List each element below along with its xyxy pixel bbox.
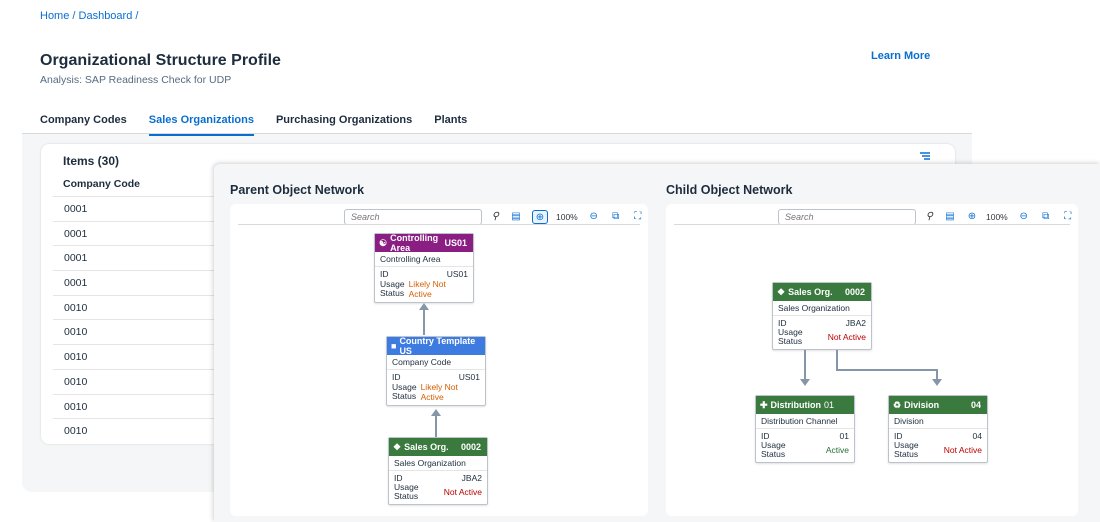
legend-icon[interactable]: ▤ — [944, 210, 956, 224]
node-status: Not Active — [827, 332, 866, 342]
sales-org-icon: ❖ — [393, 441, 402, 452]
fullscreen-icon[interactable]: ⛶ — [1062, 210, 1074, 224]
node-id: JBA2 — [845, 318, 866, 328]
node-header: ♻ Division 04 — [889, 396, 987, 414]
node-type: Sales Organization — [773, 301, 871, 316]
child-graph-toolbar: ⚲ ▤ ⊕ 100% ⊖ ⧉ ⛶ — [778, 209, 1074, 225]
page-header: Home / Dashboard / Organizational Struct… — [22, 0, 972, 136]
node-sales-org[interactable]: ❖ Sales Org. 0002 Sales Organization ID J… — [772, 282, 872, 350]
learn-more-link[interactable]: Learn More — [871, 50, 930, 62]
node-header: ☯ Controlling Area US01 — [375, 233, 473, 253]
child-search-input[interactable]: ⚲ — [778, 209, 933, 225]
distribution-icon: ✚ — [760, 399, 768, 410]
node-header: ■ Country Template US — [387, 336, 485, 356]
node-id: US01 — [458, 372, 480, 382]
tab-purchasing-organizations[interactable]: Purchasing Organizations — [276, 114, 412, 136]
fullscreen-icon[interactable]: ⛶ — [632, 210, 644, 224]
parent-network-graph: ⚲ ▤ ⊕ 100% ⊖ ⧉ ⛶ ☯ Controlling Area US01… — [230, 204, 648, 516]
page-title: Organizational Structure Profile — [40, 52, 281, 69]
edge-arrow — [800, 379, 810, 386]
tab-bar: Company Codes Sales Organizations Purcha… — [40, 114, 489, 136]
legend-icon[interactable]: ▤ — [510, 210, 522, 224]
parent-search-input[interactable]: ⚲ — [344, 209, 499, 225]
child-network-graph: ⚲ ▤ ⊕ 100% ⊖ ⧉ ⛶ ❖ Sales Org. 0002 Sales… — [666, 204, 1078, 516]
node-status: Not Active — [443, 487, 482, 497]
node-header: ✚ Distribution 01 — [756, 396, 854, 414]
zoom-out-icon[interactable]: ⊖ — [1018, 210, 1030, 224]
node-status: Likely Not Active — [420, 382, 458, 402]
sales-org-icon: ❖ — [777, 286, 786, 297]
zoom-in-icon[interactable]: ⊕ — [966, 210, 978, 224]
edge-line — [435, 416, 437, 437]
table-settings-icon[interactable] — [919, 150, 933, 164]
fit-to-screen-icon[interactable]: ⧉ — [610, 210, 622, 224]
zoom-level: 100% — [556, 212, 578, 222]
zoom-in-icon[interactable]: ⊕ — [532, 210, 548, 224]
search-icon[interactable]: ⚲ — [492, 211, 499, 222]
node-type: Division — [889, 414, 987, 429]
edge-line — [804, 350, 806, 380]
object-network-popover: Parent Object Network ⚲ ▤ ⊕ 100% ⊖ ⧉ ⛶ ☯… — [214, 164, 1100, 522]
node-status: Likely Not Active — [408, 279, 446, 299]
node-distribution-channel[interactable]: ✚ Distribution 01 Distribution Channel I… — [755, 395, 855, 463]
edge-arrow — [932, 379, 942, 386]
node-type: Controlling Area — [375, 252, 473, 267]
tab-sales-organizations[interactable]: Sales Organizations — [148, 114, 254, 136]
node-controlling-area[interactable]: ☯ Controlling Area US01 Controlling Area… — [374, 233, 474, 303]
items-title: Items (30) — [63, 154, 120, 168]
toolbar-divider — [238, 224, 640, 225]
node-id: 04 — [972, 431, 982, 441]
node-division[interactable]: ♻ Division 04 Division ID 04 Usage Status… — [888, 395, 988, 463]
node-id: US01 — [446, 269, 468, 279]
controlling-area-icon: ☯ — [379, 237, 388, 248]
node-sales-org[interactable]: ❖ Sales Org. 0002 Sales Organization ID J… — [388, 437, 488, 505]
company-code-icon: ■ — [391, 341, 397, 351]
page-subtitle: Analysis: SAP Readiness Check for UDP — [40, 74, 232, 86]
search-icon[interactable]: ⚲ — [926, 211, 933, 222]
tab-company-codes[interactable]: Company Codes — [40, 114, 127, 136]
node-id: 01 — [839, 431, 849, 441]
node-status: Not Active — [943, 445, 982, 455]
edge-arrow — [419, 303, 429, 310]
toolbar-divider — [674, 224, 1070, 225]
column-header-company-code[interactable]: Company Code — [63, 178, 140, 190]
zoom-out-icon[interactable]: ⊖ — [588, 210, 600, 224]
edge-line — [423, 310, 425, 335]
breadcrumb[interactable]: Home / Dashboard / — [40, 10, 138, 22]
parent-network-title: Parent Object Network — [230, 183, 365, 197]
node-status: Active — [825, 445, 849, 455]
zoom-level: 100% — [986, 212, 1008, 222]
edge-arrow — [431, 409, 441, 416]
edge-line — [936, 369, 938, 379]
node-type: Company Code — [387, 355, 485, 370]
node-type: Distribution Channel — [756, 414, 854, 429]
edge-line — [836, 369, 938, 371]
division-icon: ♻ — [893, 399, 902, 410]
child-network-title: Child Object Network — [666, 183, 793, 197]
node-company-code[interactable]: ■ Country Template US Company Code ID US0… — [386, 336, 486, 406]
node-id: JBA2 — [461, 473, 482, 483]
node-type: Sales Organization — [389, 456, 487, 471]
fit-to-screen-icon[interactable]: ⧉ — [1040, 210, 1052, 224]
node-header: ❖ Sales Org. 0002 — [773, 283, 871, 301]
parent-graph-toolbar: ⚲ ▤ ⊕ 100% ⊖ ⧉ ⛶ — [344, 209, 644, 225]
node-header: ❖ Sales Org. 0002 — [389, 438, 487, 456]
edge-line — [836, 350, 838, 370]
tab-plants[interactable]: Plants — [434, 114, 467, 136]
